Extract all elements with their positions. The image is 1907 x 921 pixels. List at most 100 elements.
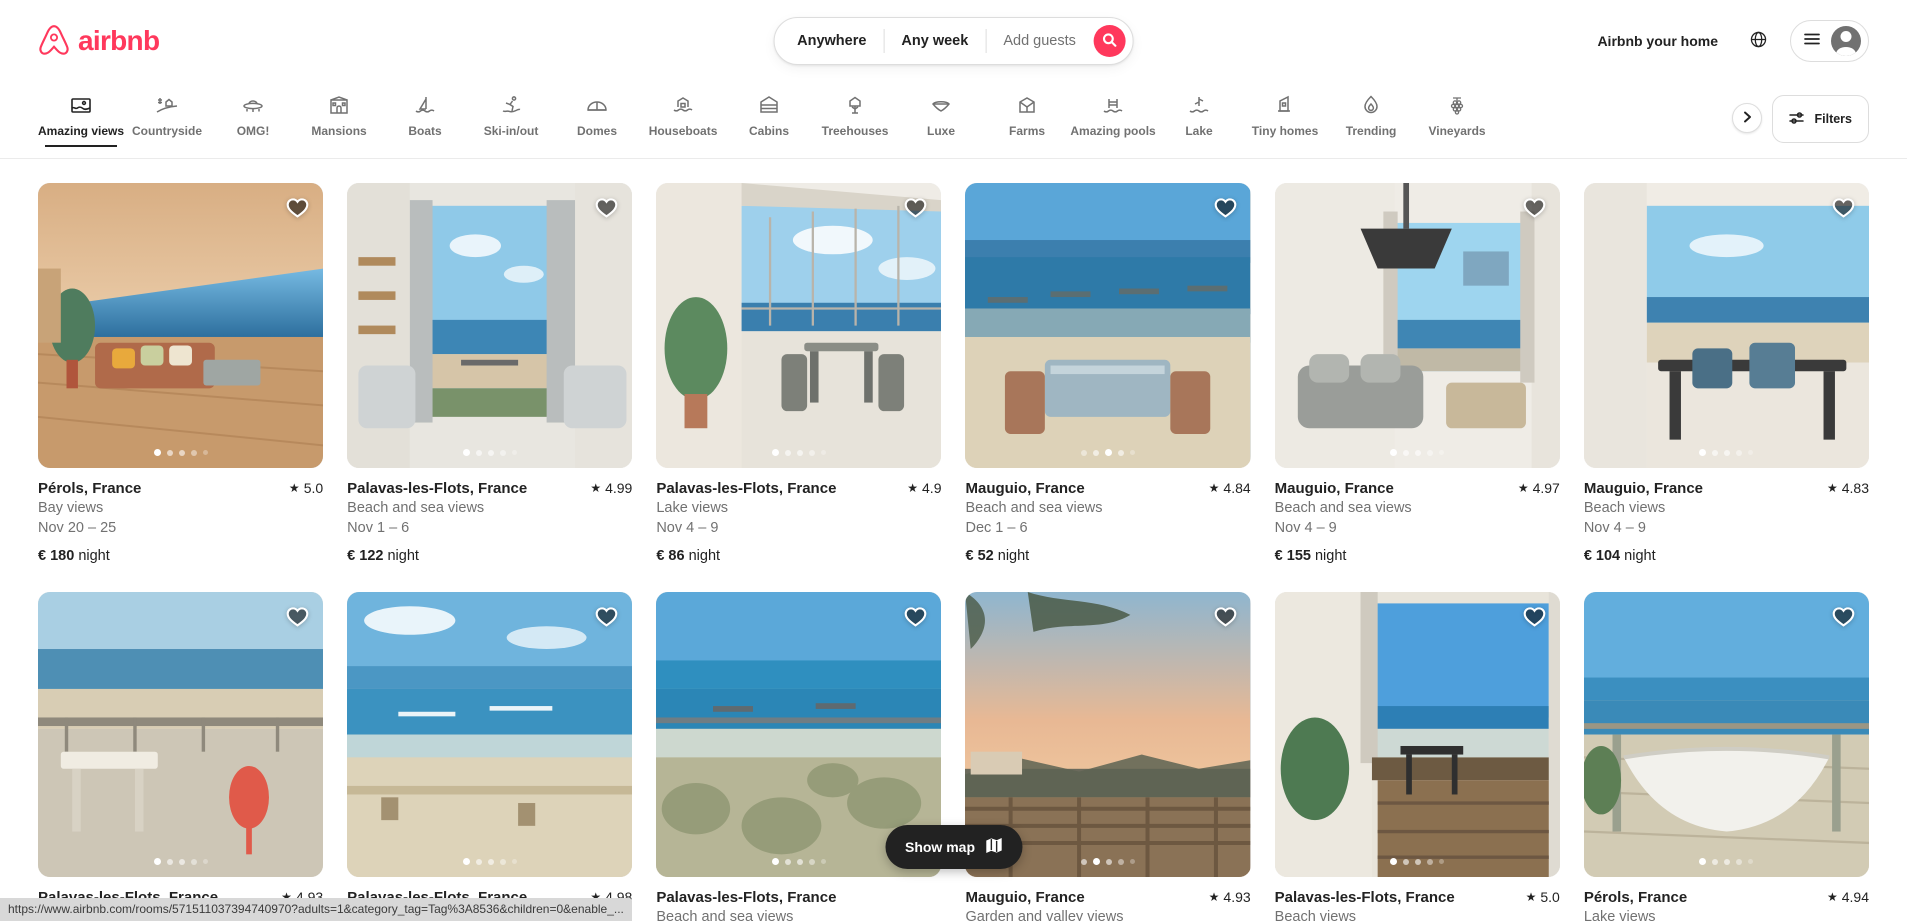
carousel-dot[interactable]	[1427, 858, 1434, 865]
search-dates[interactable]: Any week	[884, 34, 985, 49]
category-ski-in-out[interactable]: Ski-in/out	[468, 81, 554, 147]
category-amazing-views[interactable]: Amazing views	[38, 81, 124, 147]
carousel-dot[interactable]	[796, 449, 803, 456]
category-luxe[interactable]: Luxe	[898, 81, 984, 147]
listing-card[interactable]: Mauguio, France ★ 4.97 Beach and sea view…	[1274, 183, 1560, 566]
carousel-dot[interactable]	[462, 449, 470, 457]
search-location[interactable]: Anywhere	[774, 34, 883, 49]
favorite-heart-icon[interactable]	[1522, 195, 1547, 220]
carousel-dot[interactable]	[1390, 449, 1398, 457]
carousel-dot[interactable]	[1736, 449, 1743, 456]
image-carousel-dots[interactable]	[462, 449, 517, 457]
carousel-dot[interactable]	[784, 449, 791, 456]
listing-image[interactable]	[347, 592, 633, 878]
carousel-dot[interactable]	[1736, 858, 1743, 865]
carousel-dot[interactable]	[1093, 449, 1100, 456]
carousel-dot[interactable]	[462, 858, 470, 866]
image-carousel-dots[interactable]	[771, 449, 826, 457]
listing-card[interactable]: Mauguio, France ★ 4.83 Beach views Nov 4 …	[1583, 183, 1869, 566]
language-globe-button[interactable]	[1738, 21, 1778, 61]
listing-image[interactable]	[965, 183, 1251, 469]
listing-image[interactable]	[656, 183, 942, 469]
favorite-heart-icon[interactable]	[1213, 195, 1238, 220]
carousel-dot[interactable]	[202, 450, 208, 456]
carousel-dot[interactable]	[1403, 858, 1410, 865]
carousel-dot[interactable]	[178, 449, 185, 456]
listing-image[interactable]	[347, 183, 633, 469]
category-farms[interactable]: Farms	[984, 81, 1070, 147]
carousel-dot[interactable]	[1130, 450, 1136, 456]
carousel-dot[interactable]	[1415, 449, 1422, 456]
carousel-dot[interactable]	[771, 449, 779, 457]
carousel-dot[interactable]	[1081, 858, 1088, 865]
carousel-dot[interactable]	[1390, 858, 1398, 866]
search-bar[interactable]: Anywhere Any week Add guests	[773, 17, 1134, 65]
carousel-dot[interactable]	[1427, 449, 1434, 456]
carousel-dot[interactable]	[487, 449, 494, 456]
favorite-heart-icon[interactable]	[1213, 604, 1238, 629]
carousel-dot[interactable]	[511, 450, 517, 456]
listing-card[interactable]: Palavas-les-Flots, France ★ 4.99 Beach an…	[347, 183, 633, 566]
airbnb-your-home-link[interactable]: Airbnb your home	[1583, 21, 1732, 61]
carousel-dot[interactable]	[166, 449, 173, 456]
image-carousel-dots[interactable]	[1081, 858, 1136, 866]
show-map-button[interactable]: Show map	[884, 825, 1023, 869]
category-lake[interactable]: Lake	[1156, 81, 1242, 147]
carousel-dot[interactable]	[511, 859, 517, 865]
carousel-dot[interactable]	[1699, 858, 1707, 866]
category-tiny-homes[interactable]: Tiny homes	[1242, 81, 1328, 147]
listing-card[interactable]: Palavas-les-Flots, France ★4.93 Sea view…	[38, 592, 324, 921]
carousel-dot[interactable]	[1439, 450, 1445, 456]
carousel-dot[interactable]	[1724, 449, 1731, 456]
carousel-dot[interactable]	[820, 859, 826, 865]
carousel-dot[interactable]	[475, 449, 482, 456]
listing-card[interactable]: Mauguio, France ★ 4.84 Beach and sea view…	[965, 183, 1251, 566]
airbnb-logo[interactable]: airbnb	[38, 24, 160, 58]
categories-next-button[interactable]	[1732, 103, 1763, 133]
image-carousel-dots[interactable]	[1699, 858, 1754, 866]
favorite-heart-icon[interactable]	[903, 604, 928, 629]
carousel-dot[interactable]	[1403, 449, 1410, 456]
category-boats[interactable]: Boats	[382, 81, 468, 147]
category-omg[interactable]: OMG!	[210, 81, 296, 147]
carousel-dot[interactable]	[1415, 858, 1422, 865]
carousel-dot[interactable]	[499, 858, 506, 865]
carousel-dot[interactable]	[1712, 449, 1719, 456]
carousel-dot[interactable]	[166, 858, 173, 865]
image-carousel-dots[interactable]	[153, 858, 208, 866]
carousel-dot[interactable]	[820, 450, 826, 456]
category-cabins[interactable]: Cabins	[726, 81, 812, 147]
carousel-dot[interactable]	[475, 858, 482, 865]
image-carousel-dots[interactable]	[1390, 858, 1445, 866]
carousel-dot[interactable]	[153, 858, 161, 866]
carousel-dot[interactable]	[808, 858, 815, 865]
carousel-dot[interactable]	[784, 858, 791, 865]
carousel-dot[interactable]	[190, 858, 197, 865]
listing-image[interactable]	[1274, 592, 1560, 878]
carousel-dot[interactable]	[1748, 859, 1754, 865]
listing-image[interactable]	[38, 183, 324, 469]
profile-menu-button[interactable]	[1790, 19, 1869, 62]
favorite-heart-icon[interactable]	[594, 195, 619, 220]
carousel-dot[interactable]	[1093, 858, 1101, 866]
carousel-dot[interactable]	[808, 449, 815, 456]
image-carousel-dots[interactable]	[1390, 449, 1445, 457]
carousel-dot[interactable]	[771, 858, 779, 866]
image-carousel-dots[interactable]	[1081, 449, 1136, 457]
listing-card[interactable]: Palavas-les-Flots, France ★ 4.9 Lake view…	[656, 183, 942, 566]
favorite-heart-icon[interactable]	[1831, 195, 1856, 220]
carousel-dot[interactable]	[499, 449, 506, 456]
carousel-dot[interactable]	[1105, 449, 1113, 457]
carousel-dot[interactable]	[190, 449, 197, 456]
search-button[interactable]	[1093, 25, 1126, 57]
listing-image[interactable]	[1583, 183, 1869, 469]
carousel-dot[interactable]	[202, 859, 208, 865]
image-carousel-dots[interactable]	[153, 449, 208, 457]
carousel-dot[interactable]	[1106, 858, 1113, 865]
carousel-dot[interactable]	[1712, 858, 1719, 865]
carousel-dot[interactable]	[1118, 858, 1125, 865]
category-houseboats[interactable]: Houseboats	[640, 81, 726, 147]
favorite-heart-icon[interactable]	[903, 195, 928, 220]
category-trending[interactable]: Trending	[1328, 81, 1414, 147]
carousel-dot[interactable]	[1130, 859, 1136, 865]
